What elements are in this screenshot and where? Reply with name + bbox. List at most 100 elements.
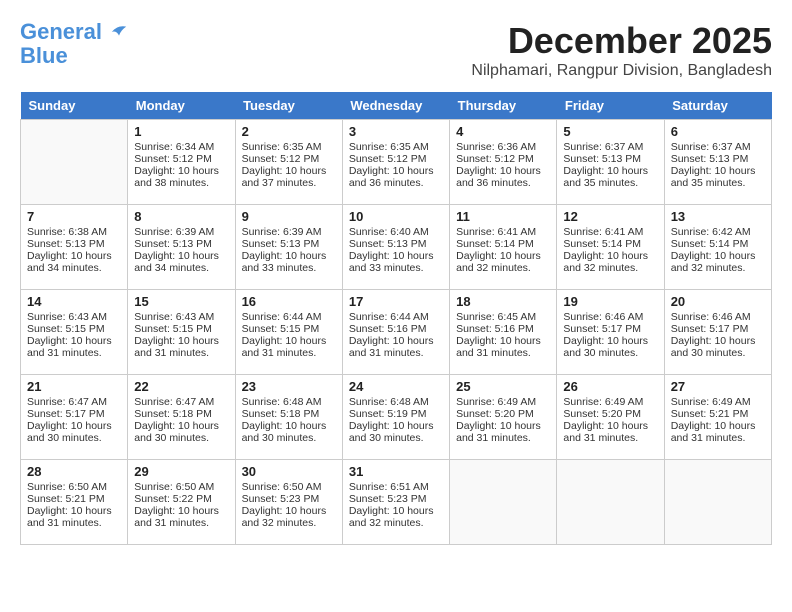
sunrise-text: Sunrise: 6:44 AM bbox=[242, 311, 336, 323]
day-number: 22 bbox=[134, 379, 228, 394]
day-number: 6 bbox=[671, 124, 765, 139]
daylight-text: Daylight: 10 hours and 32 minutes. bbox=[456, 250, 550, 274]
daylight-text: Daylight: 10 hours and 31 minutes. bbox=[134, 335, 228, 359]
sunset-text: Sunset: 5:13 PM bbox=[242, 238, 336, 250]
calendar-cell-w1d1: 8Sunrise: 6:39 AMSunset: 5:13 PMDaylight… bbox=[128, 205, 235, 290]
sunrise-text: Sunrise: 6:46 AM bbox=[671, 311, 765, 323]
sunset-text: Sunset: 5:21 PM bbox=[27, 493, 121, 505]
daylight-text: Daylight: 10 hours and 35 minutes. bbox=[563, 165, 657, 189]
daylight-text: Daylight: 10 hours and 30 minutes. bbox=[563, 335, 657, 359]
day-number: 21 bbox=[27, 379, 121, 394]
sunset-text: Sunset: 5:14 PM bbox=[456, 238, 550, 250]
calendar-cell-w3d5: 26Sunrise: 6:49 AMSunset: 5:20 PMDayligh… bbox=[557, 375, 664, 460]
daylight-text: Daylight: 10 hours and 30 minutes. bbox=[27, 420, 121, 444]
daylight-text: Daylight: 10 hours and 30 minutes. bbox=[134, 420, 228, 444]
logo-bird-icon bbox=[110, 23, 128, 41]
day-number: 15 bbox=[134, 294, 228, 309]
sunset-text: Sunset: 5:18 PM bbox=[134, 408, 228, 420]
sunrise-text: Sunrise: 6:41 AM bbox=[456, 226, 550, 238]
day-number: 4 bbox=[456, 124, 550, 139]
daylight-text: Daylight: 10 hours and 31 minutes. bbox=[27, 335, 121, 359]
calendar-cell-w4d0: 28Sunrise: 6:50 AMSunset: 5:21 PMDayligh… bbox=[21, 460, 128, 545]
calendar-cell-w0d3: 3Sunrise: 6:35 AMSunset: 5:12 PMDaylight… bbox=[342, 120, 449, 205]
sunrise-text: Sunrise: 6:44 AM bbox=[349, 311, 443, 323]
sunrise-text: Sunrise: 6:34 AM bbox=[134, 141, 228, 153]
sunset-text: Sunset: 5:13 PM bbox=[671, 153, 765, 165]
sunset-text: Sunset: 5:13 PM bbox=[563, 153, 657, 165]
sunrise-text: Sunrise: 6:42 AM bbox=[671, 226, 765, 238]
sunrise-text: Sunrise: 6:47 AM bbox=[134, 396, 228, 408]
month-year-title: December 2025 bbox=[471, 20, 772, 62]
daylight-text: Daylight: 10 hours and 31 minutes. bbox=[456, 420, 550, 444]
day-number: 8 bbox=[134, 209, 228, 224]
daylight-text: Daylight: 10 hours and 35 minutes. bbox=[671, 165, 765, 189]
daylight-text: Daylight: 10 hours and 32 minutes. bbox=[349, 505, 443, 529]
day-number: 28 bbox=[27, 464, 121, 479]
daylight-text: Daylight: 10 hours and 34 minutes. bbox=[27, 250, 121, 274]
sunset-text: Sunset: 5:12 PM bbox=[242, 153, 336, 165]
calendar-cell-w2d5: 19Sunrise: 6:46 AMSunset: 5:17 PMDayligh… bbox=[557, 290, 664, 375]
col-header-monday: Monday bbox=[128, 92, 235, 120]
daylight-text: Daylight: 10 hours and 36 minutes. bbox=[456, 165, 550, 189]
calendar-cell-w0d6: 6Sunrise: 6:37 AMSunset: 5:13 PMDaylight… bbox=[664, 120, 771, 205]
sunrise-text: Sunrise: 6:46 AM bbox=[563, 311, 657, 323]
calendar-cell-w2d3: 17Sunrise: 6:44 AMSunset: 5:16 PMDayligh… bbox=[342, 290, 449, 375]
daylight-text: Daylight: 10 hours and 30 minutes. bbox=[242, 420, 336, 444]
sunset-text: Sunset: 5:17 PM bbox=[563, 323, 657, 335]
sunrise-text: Sunrise: 6:40 AM bbox=[349, 226, 443, 238]
sunset-text: Sunset: 5:13 PM bbox=[134, 238, 228, 250]
day-number: 17 bbox=[349, 294, 443, 309]
sunset-text: Sunset: 5:16 PM bbox=[349, 323, 443, 335]
daylight-text: Daylight: 10 hours and 32 minutes. bbox=[242, 505, 336, 529]
sunset-text: Sunset: 5:13 PM bbox=[349, 238, 443, 250]
sunrise-text: Sunrise: 6:35 AM bbox=[349, 141, 443, 153]
daylight-text: Daylight: 10 hours and 31 minutes. bbox=[456, 335, 550, 359]
sunrise-text: Sunrise: 6:50 AM bbox=[242, 481, 336, 493]
sunset-text: Sunset: 5:23 PM bbox=[242, 493, 336, 505]
sunrise-text: Sunrise: 6:37 AM bbox=[563, 141, 657, 153]
sunset-text: Sunset: 5:12 PM bbox=[134, 153, 228, 165]
logo-blue: Blue bbox=[20, 44, 128, 68]
calendar-cell-w4d3: 31Sunrise: 6:51 AMSunset: 5:23 PMDayligh… bbox=[342, 460, 449, 545]
sunset-text: Sunset: 5:19 PM bbox=[349, 408, 443, 420]
calendar-cell-w3d2: 23Sunrise: 6:48 AMSunset: 5:18 PMDayligh… bbox=[235, 375, 342, 460]
title-section: December 2025 Nilphamari, Rangpur Divisi… bbox=[471, 20, 772, 80]
sunset-text: Sunset: 5:18 PM bbox=[242, 408, 336, 420]
col-header-sunday: Sunday bbox=[21, 92, 128, 120]
calendar-cell-w1d5: 12Sunrise: 6:41 AMSunset: 5:14 PMDayligh… bbox=[557, 205, 664, 290]
sunrise-text: Sunrise: 6:38 AM bbox=[27, 226, 121, 238]
day-number: 20 bbox=[671, 294, 765, 309]
day-number: 16 bbox=[242, 294, 336, 309]
sunset-text: Sunset: 5:15 PM bbox=[27, 323, 121, 335]
calendar-cell-w4d2: 30 Sunrise: 6:50 AMSunset: 5:23 PMDayligh… bbox=[235, 460, 342, 545]
calendar-cell-w0d2: 2Sunrise: 6:35 AMSunset: 5:12 PMDaylight… bbox=[235, 120, 342, 205]
sunset-text: Sunset: 5:23 PM bbox=[349, 493, 443, 505]
calendar-cell-w1d6: 13Sunrise: 6:42 AMSunset: 5:14 PMDayligh… bbox=[664, 205, 771, 290]
calendar-cell-w1d2: 9Sunrise: 6:39 AMSunset: 5:13 PMDaylight… bbox=[235, 205, 342, 290]
calendar-cell-w4d1: 29Sunrise: 6:50 AMSunset: 5:22 PMDayligh… bbox=[128, 460, 235, 545]
daylight-text: Daylight: 10 hours and 31 minutes. bbox=[563, 420, 657, 444]
sunset-text: Sunset: 5:20 PM bbox=[563, 408, 657, 420]
sunset-text: Sunset: 5:13 PM bbox=[27, 238, 121, 250]
day-number: 30 bbox=[242, 464, 336, 479]
calendar-cell-w4d4 bbox=[450, 460, 557, 545]
sunrise-text: Sunrise: 6:48 AM bbox=[242, 396, 336, 408]
day-number: 27 bbox=[671, 379, 765, 394]
col-header-wednesday: Wednesday bbox=[342, 92, 449, 120]
sunset-text: Sunset: 5:16 PM bbox=[456, 323, 550, 335]
calendar-cell-w1d0: 7Sunrise: 6:38 AMSunset: 5:13 PMDaylight… bbox=[21, 205, 128, 290]
daylight-text: Daylight: 10 hours and 38 minutes. bbox=[134, 165, 228, 189]
sunset-text: Sunset: 5:17 PM bbox=[27, 408, 121, 420]
calendar-cell-w2d6: 20Sunrise: 6:46 AMSunset: 5:17 PMDayligh… bbox=[664, 290, 771, 375]
calendar-cell-w3d4: 25Sunrise: 6:49 AMSunset: 5:20 PMDayligh… bbox=[450, 375, 557, 460]
sunset-text: Sunset: 5:12 PM bbox=[456, 153, 550, 165]
day-number: 29 bbox=[134, 464, 228, 479]
daylight-text: Daylight: 10 hours and 32 minutes. bbox=[563, 250, 657, 274]
day-number: 5 bbox=[563, 124, 657, 139]
sunset-text: Sunset: 5:17 PM bbox=[671, 323, 765, 335]
sunset-text: Sunset: 5:12 PM bbox=[349, 153, 443, 165]
day-number: 31 bbox=[349, 464, 443, 479]
day-number: 3 bbox=[349, 124, 443, 139]
sunrise-text: Sunrise: 6:49 AM bbox=[563, 396, 657, 408]
day-number: 12 bbox=[563, 209, 657, 224]
